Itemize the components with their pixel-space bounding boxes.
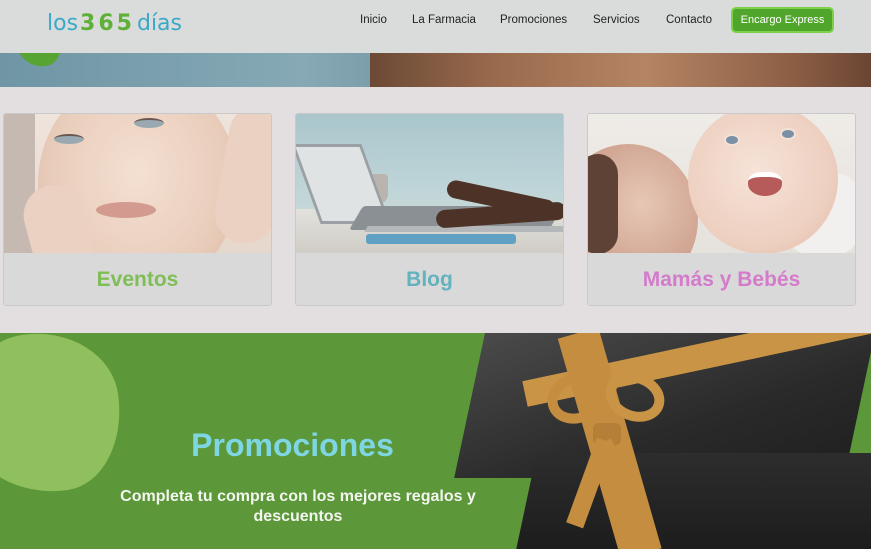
site-header: los365días Inicio La Farmacia Promocione… <box>0 0 871 53</box>
baby-eye-left <box>724 134 740 146</box>
encargo-express-button[interactable]: Encargo Express <box>731 7 834 33</box>
hero-skin-area <box>370 53 871 87</box>
card-blog[interactable]: Blog <box>295 113 564 306</box>
gift-box-image <box>454 333 871 549</box>
logo-text-los: los <box>47 11 79 36</box>
mother-hair <box>588 154 618 253</box>
card-title-mamas-bebes: Mamás y Bebés <box>642 268 801 291</box>
eventos-image <box>4 114 271 253</box>
nav-link-inicio[interactable]: Inicio <box>360 13 387 27</box>
promo-title: Promociones <box>191 427 394 463</box>
laptop-base <box>364 226 563 232</box>
baby-eye-right <box>780 128 796 140</box>
gift-box-side <box>513 453 871 549</box>
baby-face <box>688 114 838 253</box>
nav-link-la-farmacia[interactable]: La Farmacia <box>412 13 476 27</box>
leaf-icon <box>15 53 63 71</box>
nav-link-promociones[interactable]: Promociones <box>500 13 567 27</box>
nav-link-contacto[interactable]: Contacto <box>666 13 712 27</box>
lips <box>96 202 156 218</box>
promo-section: Promociones Completa tu compra con los m… <box>0 333 871 549</box>
card-eventos[interactable]: Eventos <box>3 113 272 306</box>
nav-link-servicios[interactable]: Servicios <box>593 13 640 27</box>
site-logo[interactable]: los365días <box>47 9 182 39</box>
mamas-bebes-image <box>588 114 855 253</box>
baby-mouth <box>748 172 782 196</box>
hero-banner-image <box>0 53 871 87</box>
eye-left <box>54 134 84 144</box>
blog-image <box>296 114 563 253</box>
logo-text-dias: días <box>136 11 183 36</box>
decorative-blob <box>0 333 131 504</box>
tablet <box>366 234 516 244</box>
card-title-eventos: Eventos <box>96 268 179 291</box>
card-mamas-bebes[interactable]: Mamás y Bebés <box>587 113 856 306</box>
card-title-blog: Blog <box>406 268 453 291</box>
promo-subtitle: Completa tu compra con los mejores regal… <box>120 488 476 525</box>
logo-text-365: 365 <box>80 11 135 36</box>
eye-right <box>134 118 164 128</box>
